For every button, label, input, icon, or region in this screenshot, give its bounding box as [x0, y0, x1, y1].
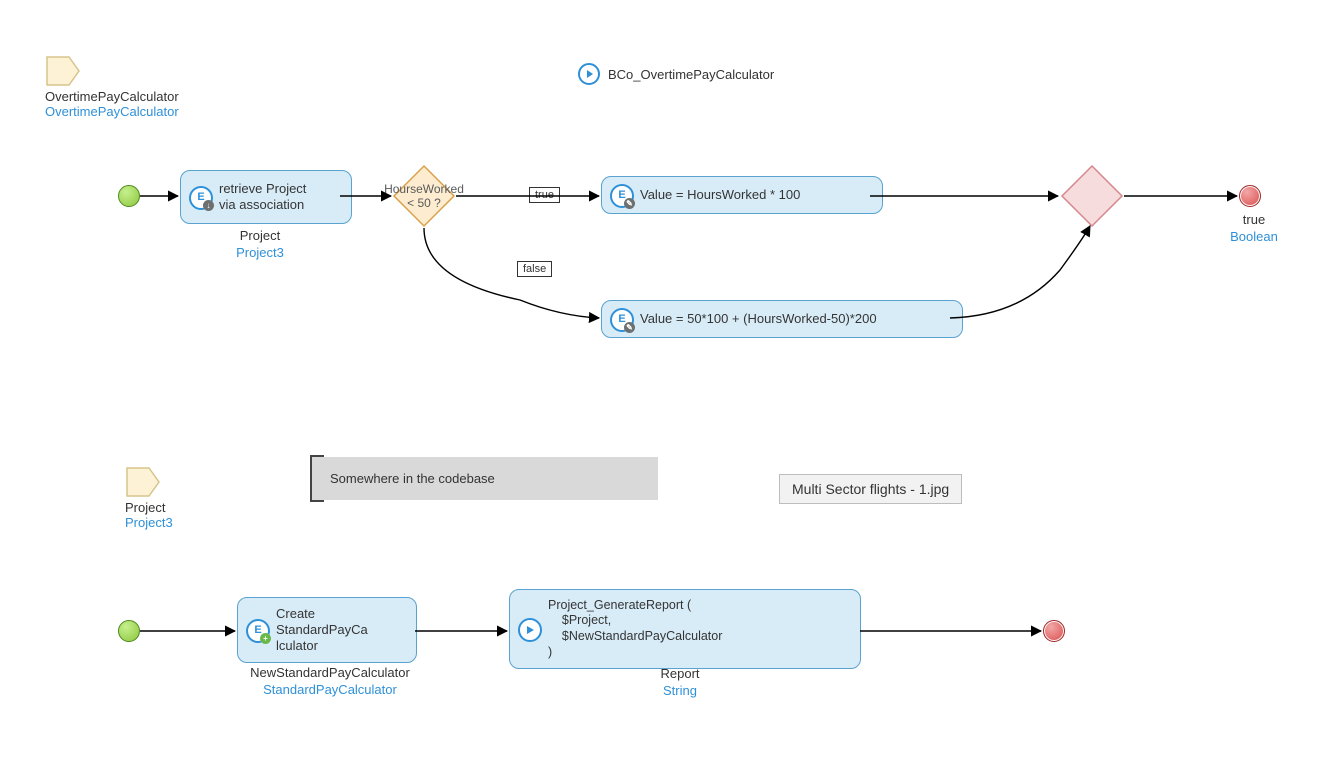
activity-value-true[interactable]: E✎ Value = HoursWorked * 100 [601, 176, 883, 214]
play-icon [578, 63, 600, 85]
caption-type: Boolean [1224, 229, 1284, 246]
change-icon: E✎ [610, 308, 632, 330]
flow-title: BCo_OvertimePayCalculator [578, 63, 774, 85]
label-false: false [517, 261, 552, 277]
merge-gateway[interactable] [1060, 164, 1124, 228]
param-type: Project3 [125, 515, 173, 530]
activity-text: Create StandardPayCa lculator [276, 606, 368, 655]
param-project[interactable]: Project Project3 [125, 466, 173, 530]
caption-type: String [620, 683, 740, 700]
activity-create[interactable]: E+ Create StandardPayCa lculator [237, 597, 417, 663]
caption-name: true [1224, 212, 1284, 229]
caption-create: NewStandardPayCalculator StandardPayCalc… [230, 665, 430, 699]
caption-call: Report String [620, 666, 740, 700]
caption-end: true Boolean [1224, 212, 1284, 246]
caption-type: Project3 [210, 245, 310, 262]
param-name: Project [125, 500, 173, 515]
caption-name: Project [210, 228, 310, 245]
retrieve-icon: E↓ [189, 186, 211, 208]
activity-retrieve-project[interactable]: E↓ retrieve Project via association [180, 170, 352, 224]
activity-value-false[interactable]: E✎ Value = 50*100 + (HoursWorked-50)*200 [601, 300, 963, 338]
activity-text: Value = 50*100 + (HoursWorked-50)*200 [640, 311, 877, 327]
param-overtimepaycalculator[interactable]: OvertimePayCalculator OvertimePayCalcula… [45, 55, 179, 119]
start-event[interactable] [118, 185, 140, 207]
end-event[interactable] [1239, 185, 1261, 207]
annotation-text: Somewhere in the codebase [330, 471, 495, 486]
caption-type: StandardPayCalculator [230, 682, 430, 699]
activity-call-microflow[interactable]: Project_GenerateReport ( $Project, $NewS… [509, 589, 861, 669]
caption-name: Report [620, 666, 740, 683]
end-event-2[interactable] [1043, 620, 1065, 642]
activity-text: retrieve Project via association [219, 181, 306, 214]
param-type: OvertimePayCalculator [45, 104, 179, 119]
decision-text: HourseWorked < 50 ? [392, 164, 456, 228]
decision-hoursworked[interactable]: HourseWorked < 50 ? [392, 164, 456, 228]
microflow-call-icon [518, 618, 540, 640]
param-name: OvertimePayCalculator [45, 89, 179, 104]
flow-title-text: BCo_OvertimePayCalculator [608, 67, 774, 82]
activity-text: Project_GenerateReport ( $Project, $NewS… [548, 598, 722, 661]
caption-name: NewStandardPayCalculator [230, 665, 430, 682]
file-tooltip: Multi Sector flights - 1.jpg [779, 474, 962, 504]
change-icon: E✎ [610, 184, 632, 206]
start-event-2[interactable] [118, 620, 140, 642]
caption-retrieve: Project Project3 [210, 228, 310, 262]
activity-text: Value = HoursWorked * 100 [640, 187, 800, 203]
annotation-codebase: Somewhere in the codebase [310, 457, 658, 500]
parameter-icon [45, 55, 81, 87]
parameter-icon [125, 466, 161, 498]
file-tooltip-text: Multi Sector flights - 1.jpg [792, 481, 949, 497]
label-true: true [529, 187, 560, 203]
create-icon: E+ [246, 619, 268, 641]
diamond-icon [1060, 164, 1124, 228]
